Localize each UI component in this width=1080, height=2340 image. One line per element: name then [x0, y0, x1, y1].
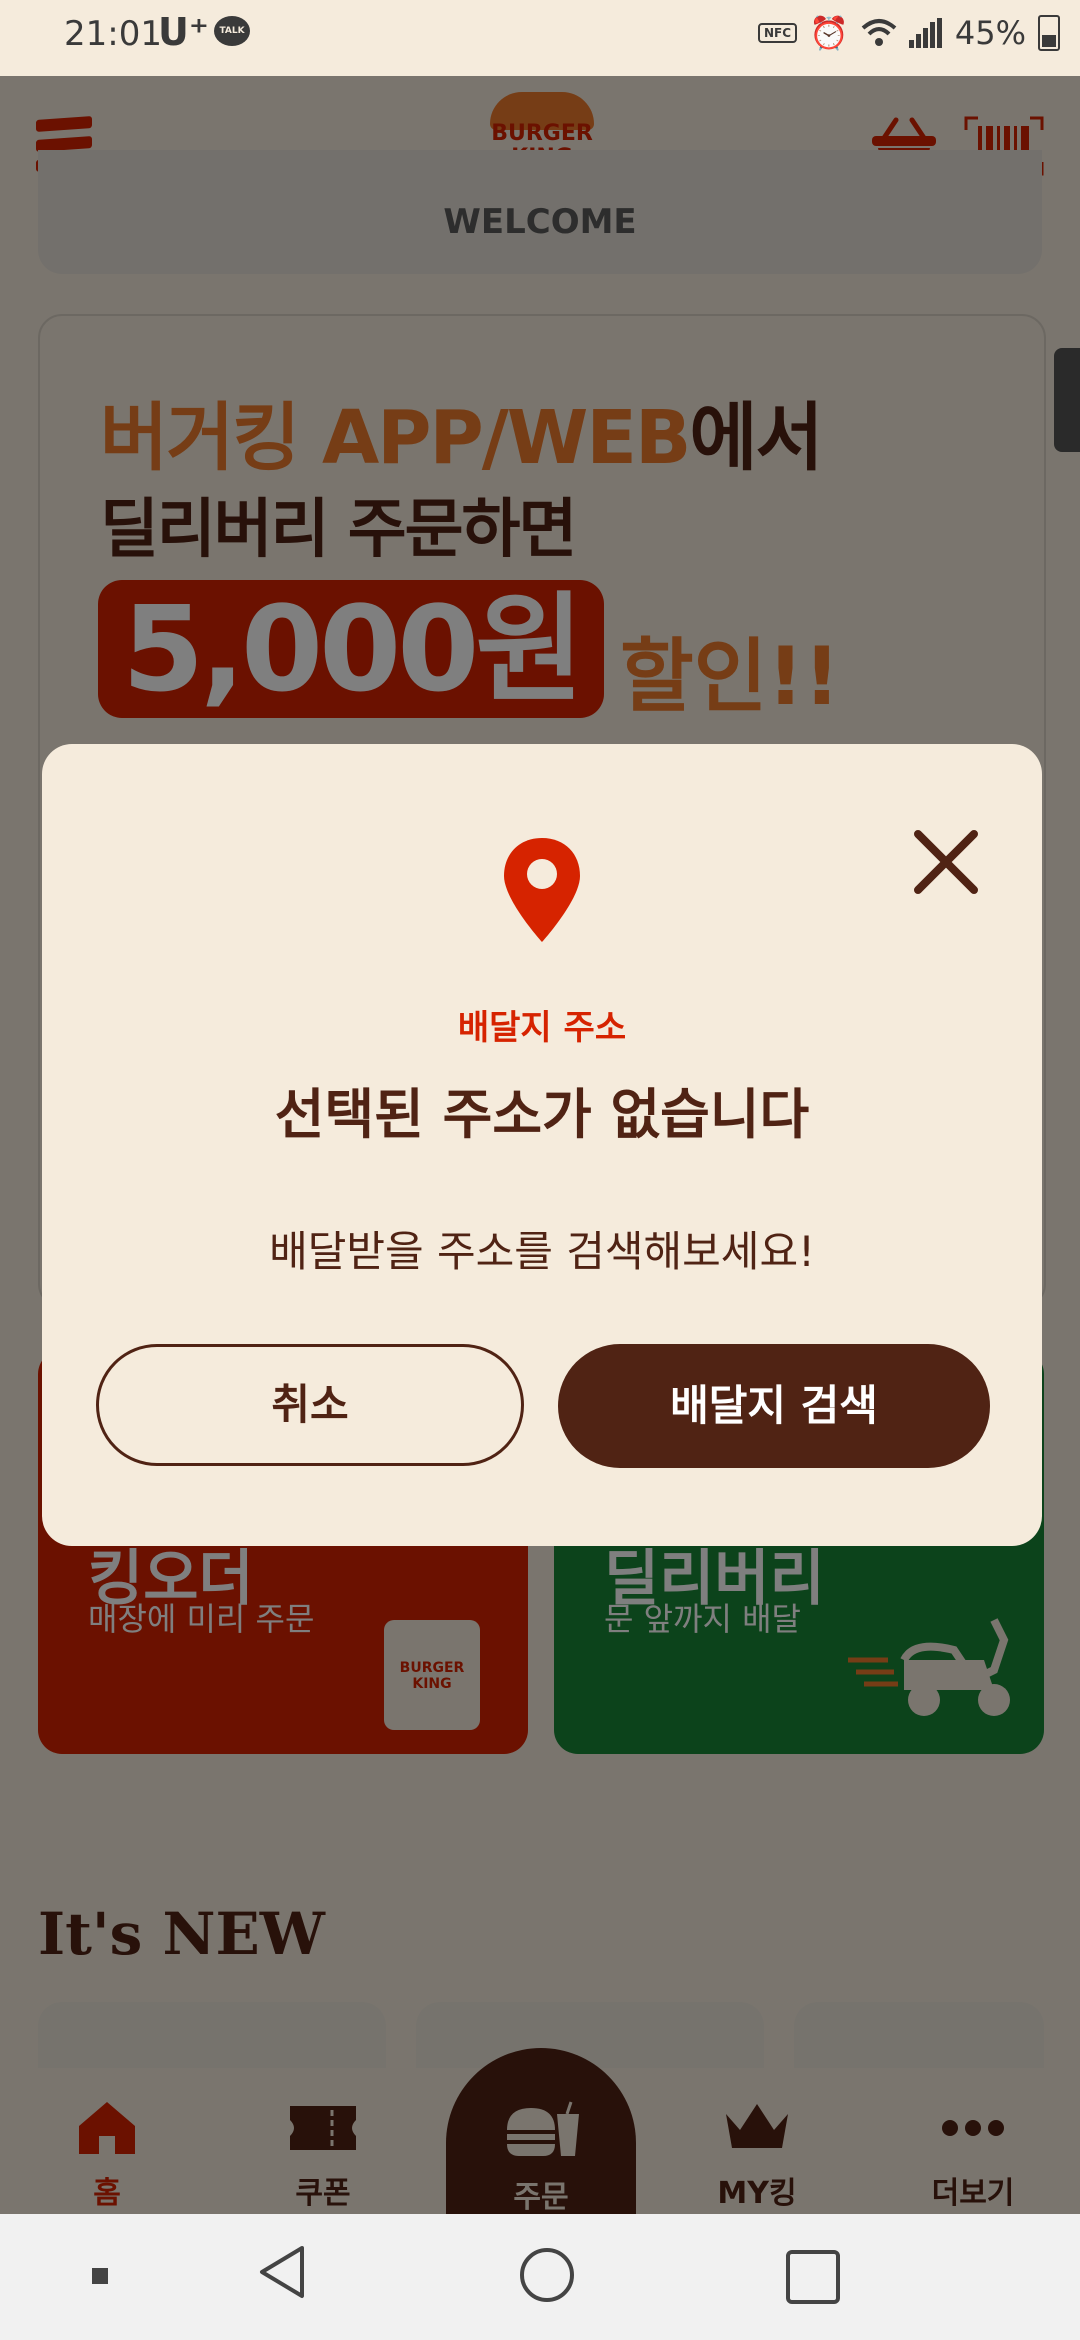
carrier-label: U⁺	[158, 10, 209, 54]
back-icon[interactable]	[256, 2244, 308, 2300]
notification-dot-icon	[92, 2268, 108, 2284]
battery-percent: 45%	[954, 14, 1026, 52]
wifi-icon	[861, 19, 897, 46]
signal-icon	[908, 18, 942, 48]
status-icons: NFC ⏰ 45%	[757, 14, 1060, 52]
nfc-icon: NFC	[757, 23, 798, 43]
cancel-button[interactable]: 취소	[96, 1344, 524, 1466]
recent-apps-icon[interactable]	[786, 2250, 840, 2304]
alarm-icon: ⏰	[809, 14, 849, 52]
status-time: 21:01	[64, 14, 162, 54]
kakaotalk-icon: TALK	[214, 16, 250, 46]
home-button-icon[interactable]	[520, 2248, 574, 2302]
modal-title: 선택된 주소가 없습니다	[274, 1083, 810, 1146]
battery-icon	[1038, 15, 1060, 51]
close-icon[interactable]	[912, 828, 980, 896]
status-bar: 21:01 U⁺ TALK NFC ⏰ 45%	[0, 0, 1080, 76]
search-address-button[interactable]: 배달지 검색	[558, 1344, 990, 1468]
location-pin-icon	[504, 838, 580, 942]
modal-label: 배달지 주소	[457, 1008, 627, 1048]
modal-message: 배달받을 주소를 검색해보세요!	[269, 1227, 815, 1276]
